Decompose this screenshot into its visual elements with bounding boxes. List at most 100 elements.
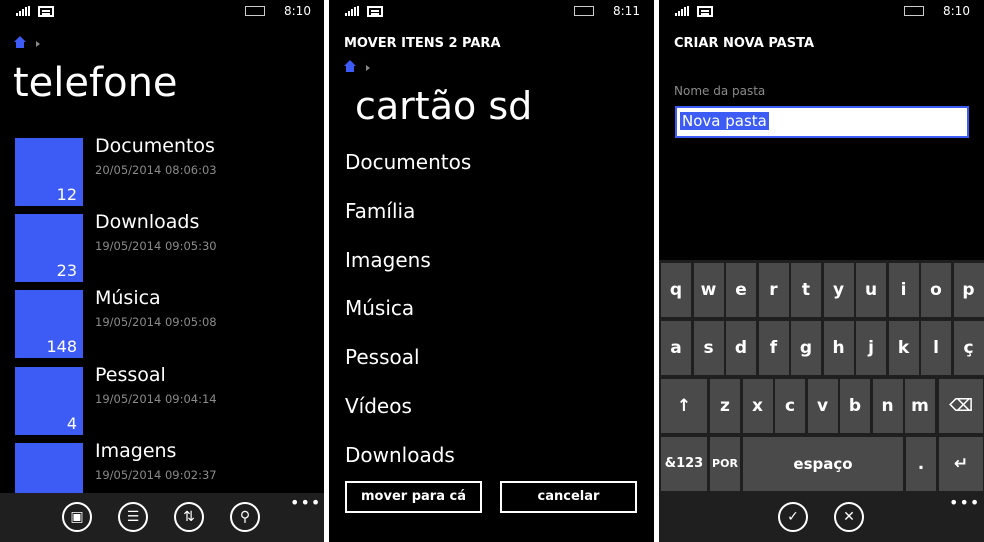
key-p[interactable]: p xyxy=(953,263,984,317)
key-m[interactable]: m xyxy=(905,379,935,433)
key-u[interactable]: u xyxy=(856,263,886,317)
folder-tile[interactable]: 148 xyxy=(15,290,83,358)
key-x[interactable]: x xyxy=(742,379,773,433)
status-bar: 8:11 xyxy=(329,4,654,20)
page-title: telefone xyxy=(13,60,178,106)
clock: 8:10 xyxy=(943,4,970,18)
key-q[interactable]: q xyxy=(661,263,691,317)
key-y[interactable]: y xyxy=(823,263,854,317)
search-icon[interactable]: ⚲ xyxy=(230,502,260,532)
key-v[interactable]: v xyxy=(807,379,838,433)
screen-header: CRIAR NOVA PASTA xyxy=(674,36,815,51)
battery-icon xyxy=(245,6,265,16)
item-count: 4 xyxy=(66,414,77,433)
key-b[interactable]: b xyxy=(840,379,870,433)
folder-tile[interactable]: 4 xyxy=(15,367,83,435)
folder-name[interactable]: Documentos xyxy=(95,135,215,157)
folder-name[interactable]: Pessoal xyxy=(95,364,166,386)
item-count: 12 xyxy=(56,185,77,204)
key-z[interactable]: z xyxy=(710,379,740,433)
move-items-screen: 8:11 MOVER ITENS 2 PARA cartão sd Docume… xyxy=(329,0,654,542)
breadcrumb-chevron-icon xyxy=(366,65,370,71)
cancel-button[interactable]: cancelar xyxy=(500,481,637,513)
cancel-icon[interactable]: ✕ xyxy=(834,502,864,532)
signal-icon xyxy=(16,6,30,16)
folder-item[interactable]: Downloads xyxy=(345,443,455,467)
symbols-key[interactable]: &123 xyxy=(661,437,707,491)
screen-header: MOVER ITENS 2 PARA xyxy=(344,36,501,51)
key-n[interactable]: n xyxy=(872,379,903,433)
key-0-row2[interactable]: a xyxy=(661,321,691,375)
battery-icon xyxy=(574,6,594,16)
sim-icon xyxy=(38,6,54,17)
field-label: Nome da pasta xyxy=(674,84,766,98)
key-1-row2[interactable]: s xyxy=(693,321,724,375)
sim-icon xyxy=(697,6,713,17)
page-title: cartão sd xyxy=(355,84,533,128)
key-r[interactable]: r xyxy=(758,263,789,317)
folder-name[interactable]: Downloads xyxy=(95,211,199,233)
enter-key[interactable]: ↵ xyxy=(939,437,983,491)
key-5-row2[interactable]: h xyxy=(823,321,854,375)
more-icon[interactable]: ••• xyxy=(290,493,321,512)
sim-icon xyxy=(367,6,383,17)
key-8-row2[interactable]: l xyxy=(921,321,951,375)
folder-item[interactable]: Família xyxy=(345,199,415,223)
item-count: 148 xyxy=(46,337,77,356)
item-count: 23 xyxy=(56,261,77,280)
status-bar: 8:10 xyxy=(659,4,984,20)
confirm-icon[interactable]: ✓ xyxy=(778,502,808,532)
folder-name[interactable]: Imagens xyxy=(95,440,176,462)
sort-icon[interactable]: ⇅ xyxy=(174,502,204,532)
folder-date: 19/05/2014 09:04:14 xyxy=(95,392,217,406)
move-here-button[interactable]: mover para cá xyxy=(345,481,482,513)
key-9-row2[interactable]: ç xyxy=(953,321,984,375)
folder-item[interactable]: Vídeos xyxy=(345,394,412,418)
battery-icon xyxy=(904,6,924,16)
key-2-row2[interactable]: d xyxy=(726,321,756,375)
app-bar: ✓ ✕ ••• xyxy=(659,493,984,542)
key-o[interactable]: o xyxy=(921,263,951,317)
app-bar: ▣ ☰ ⇅ ⚲ ••• xyxy=(0,493,324,542)
shift-key[interactable]: ↑ xyxy=(661,379,707,433)
period-key[interactable]: . xyxy=(906,437,936,491)
status-bar: 8:10 xyxy=(0,4,324,20)
folder-tile[interactable]: 12 xyxy=(15,138,83,206)
folder-item[interactable]: Documentos xyxy=(345,150,471,174)
folder-date: 20/05/2014 08:06:03 xyxy=(95,163,217,177)
key-3-row2[interactable]: f xyxy=(758,321,789,375)
key-t[interactable]: t xyxy=(791,263,821,317)
selected-text: Nova pasta xyxy=(680,112,769,130)
home-icon[interactable] xyxy=(344,60,356,72)
new-folder-icon[interactable]: ▣ xyxy=(62,502,92,532)
file-browser-screen: 8:10 telefone 12 Documentos 20/05/2014 0… xyxy=(0,0,324,542)
key-4-row2[interactable]: g xyxy=(791,321,821,375)
key-c[interactable]: c xyxy=(775,379,805,433)
more-icon[interactable]: ••• xyxy=(949,493,980,512)
folder-date: 19/05/2014 09:02:37 xyxy=(95,468,217,482)
folder-date: 19/05/2014 09:05:08 xyxy=(95,315,217,329)
key-6-row2[interactable]: j xyxy=(856,321,886,375)
folder-date: 19/05/2014 09:05:30 xyxy=(95,239,217,253)
key-i[interactable]: i xyxy=(888,263,919,317)
folder-tile[interactable]: 23 xyxy=(15,214,83,282)
create-folder-screen: 8:10 CRIAR NOVA PASTA Nome da pasta Nova… xyxy=(659,0,984,542)
clock: 8:10 xyxy=(284,4,311,18)
folder-item[interactable]: Música xyxy=(345,296,414,320)
space-key[interactable]: espaço xyxy=(743,437,903,491)
folder-item[interactable]: Pessoal xyxy=(345,345,420,369)
key-7-row2[interactable]: k xyxy=(888,321,919,375)
home-icon[interactable] xyxy=(14,36,26,48)
key-w[interactable]: w xyxy=(693,263,724,317)
select-list-icon[interactable]: ☰ xyxy=(118,502,148,532)
keyboard: q w e r t y u i o p a s d f g h j k l ç ↑ z x c v b n m ⌫ &123 POR espa… xyxy=(659,260,984,493)
signal-icon xyxy=(345,6,359,16)
clock: 8:11 xyxy=(613,4,640,18)
breadcrumb-chevron-icon xyxy=(36,41,40,47)
folder-name-input[interactable]: Nova pasta xyxy=(675,106,969,138)
folder-name[interactable]: Música xyxy=(95,287,161,309)
backspace-key[interactable]: ⌫ xyxy=(939,379,983,433)
key-e[interactable]: e xyxy=(726,263,756,317)
folder-item[interactable]: Imagens xyxy=(345,248,431,272)
language-key[interactable]: POR xyxy=(710,437,740,491)
